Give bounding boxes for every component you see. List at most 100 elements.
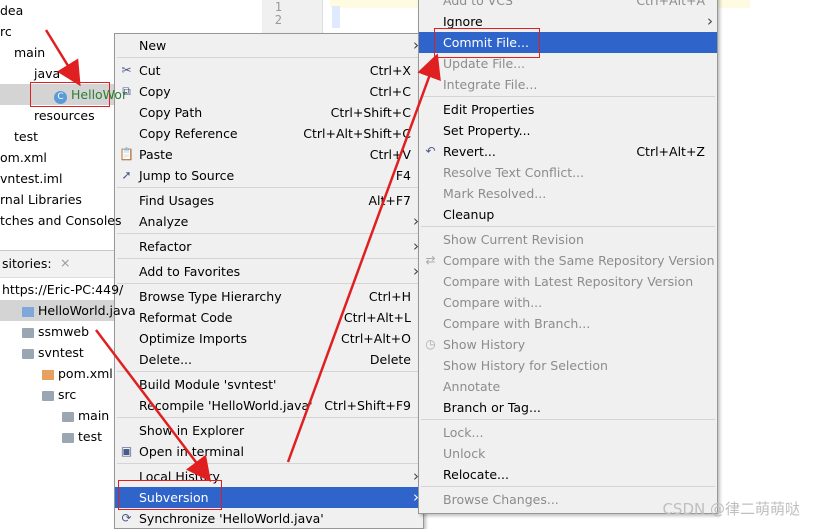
repo-item[interactable]: HelloWorld.java <box>22 300 136 321</box>
menu-item-optimize-imports[interactable]: Optimize Imports Ctrl+Alt+O <box>115 328 423 349</box>
repo-item[interactable]: src <box>42 384 76 405</box>
menu-item-show-current-revision[interactable]: Show Current Revision <box>419 229 717 250</box>
menu-item-find-usages[interactable]: Find Usages Alt+F7 <box>115 190 423 211</box>
menu-item-cleanup[interactable]: Cleanup <box>419 204 717 225</box>
menu-item-add-to-favorites[interactable]: Add to Favorites › <box>115 261 423 282</box>
menu-item-set-property[interactable]: Set Property... <box>419 120 717 141</box>
repo-item[interactable]: main <box>62 405 109 426</box>
menu-item-copy-path[interactable]: Copy Path Ctrl+Shift+C <box>115 102 423 123</box>
menu-item-shortcut: Ctrl+Alt+A <box>636 0 705 8</box>
tree-item-label: om.xml <box>0 150 47 165</box>
menu-item-lock[interactable]: Lock... <box>419 422 717 443</box>
menu-item-branch-or-tag[interactable]: Branch or Tag... <box>419 397 717 418</box>
tree-item[interactable]: om.xml <box>0 147 47 168</box>
repo-item[interactable]: ssmweb <box>22 321 89 342</box>
close-icon[interactable]: × <box>60 255 70 270</box>
menu-item-label: Compare with Branch... <box>443 316 591 331</box>
menu-item-analyze[interactable]: Analyze › <box>115 211 423 232</box>
menu-item-add-to-vcs[interactable]: Add to VCS Ctrl+Alt+A <box>419 0 717 11</box>
menu-item-paste[interactable]: 📋 Paste Ctrl+V <box>115 144 423 165</box>
menu-item-show-history-for-selection[interactable]: Show History for Selection <box>419 355 717 376</box>
menu-item-label: Recompile 'HelloWorld.java' <box>139 398 313 413</box>
menu-item-open-in-terminal[interactable]: ▣ Open in terminal <box>115 441 423 462</box>
menu-item-label: Browse Changes... <box>443 492 559 507</box>
menu-item-new[interactable]: New › <box>115 35 423 56</box>
menu-item-label: Set Property... <box>443 123 531 138</box>
compare-with-the-same-repository-version-icon: ⇄ <box>425 253 436 267</box>
jump-to-source-icon: ➚ <box>121 168 132 182</box>
menu-item-compare-with[interactable]: Compare with... <box>419 292 717 313</box>
tree-item[interactable]: resources <box>34 105 95 126</box>
menu-item-jump-to-source[interactable]: ➚ Jump to Source F4 <box>115 165 423 186</box>
menu-item-label: Synchronize 'HelloWorld.java' <box>139 511 324 526</box>
menu-separator <box>421 226 715 227</box>
menu-item-label: Branch or Tag... <box>443 400 541 415</box>
menu-item-reformat-code[interactable]: Reformat Code Ctrl+Alt+L <box>115 307 423 328</box>
tree-item[interactable]: main <box>14 42 45 63</box>
menu-item-integrate-file[interactable]: Integrate File... <box>419 74 717 95</box>
menu-item-annotate[interactable]: Annotate <box>419 376 717 397</box>
menu-separator <box>117 463 421 464</box>
menu-separator <box>117 371 421 372</box>
menu-item-compare-with-latest-repository-version[interactable]: Compare with Latest Repository Version <box>419 271 717 292</box>
revert-icon: ↶ <box>425 144 436 158</box>
menu-item-shortcut: Ctrl+V <box>369 147 411 162</box>
menu-item-shortcut: Ctrl+Alt+Z <box>636 144 705 159</box>
repo-item[interactable]: test <box>62 426 102 447</box>
menu-item-compare-with-the-same-repository-version[interactable]: ⇄ Compare with the Same Repository Versio… <box>419 250 717 271</box>
menu-item-label: Mark Resolved... <box>443 186 547 201</box>
menu-separator <box>421 96 715 97</box>
menu-item-synchronize-helloworld-java[interactable]: ⟳ Synchronize 'HelloWorld.java' <box>115 508 423 529</box>
tree-item[interactable]: C HelloWor <box>54 84 127 105</box>
repositories-title: sitories: <box>2 256 52 271</box>
menu-item-recompile-helloworld-java[interactable]: Recompile 'HelloWorld.java' Ctrl+Shift+F9 <box>115 395 423 416</box>
tree-item[interactable]: vntest.iml <box>0 168 62 189</box>
menu-item-delete[interactable]: Delete... Delete <box>115 349 423 370</box>
tree-item[interactable]: dea <box>0 0 23 21</box>
menu-item-unlock[interactable]: Unlock <box>419 443 717 464</box>
folder-icon <box>22 348 34 359</box>
menu-item-refactor[interactable]: Refactor › <box>115 236 423 257</box>
menu-item-resolve-text-conflict[interactable]: Resolve Text Conflict... <box>419 162 717 183</box>
repo-item[interactable]: svntest <box>22 342 84 363</box>
tree-item[interactable]: test <box>14 126 38 147</box>
repo-item[interactable]: pom.xml <box>42 363 113 384</box>
menu-item-edit-properties[interactable]: Edit Properties <box>419 99 717 120</box>
repo-item-label: HelloWorld.java <box>38 303 136 318</box>
editor-brace-highlight <box>332 6 340 28</box>
menu-item-cut[interactable]: ✂ Cut Ctrl+X <box>115 60 423 81</box>
menu-item-revert[interactable]: ↶ Revert... Ctrl+Alt+Z <box>419 141 717 162</box>
menu-item-label: Compare with Latest Repository Version <box>443 274 694 289</box>
menu-item-label: Cleanup <box>443 207 495 222</box>
tree-item[interactable]: rnal Libraries <box>0 189 82 210</box>
folder-icon <box>22 327 34 338</box>
line-number: 2 <box>274 13 282 27</box>
tree-item-label: HelloWor <box>71 87 128 102</box>
menu-separator <box>117 233 421 234</box>
tree-item-label: vntest.iml <box>0 171 63 186</box>
menu-item-browse-type-hierarchy[interactable]: Browse Type Hierarchy Ctrl+H <box>115 286 423 307</box>
menu-item-label: Compare with the Same Repository Version <box>443 253 715 268</box>
menu-item-show-in-explorer[interactable]: Show in Explorer <box>115 420 423 441</box>
menu-item-shortcut: Alt+F7 <box>368 193 411 208</box>
menu-item-shortcut: Ctrl+Alt+O <box>341 331 411 346</box>
menu-item-label: Show in Explorer <box>139 423 245 438</box>
tree-item[interactable]: java <box>34 63 60 84</box>
menu-item-label: Optimize Imports <box>139 331 248 346</box>
menu-item-mark-resolved[interactable]: Mark Resolved... <box>419 183 717 204</box>
menu-item-show-history[interactable]: ◷ Show History <box>419 334 717 355</box>
menu-item-compare-with-branch[interactable]: Compare with Branch... <box>419 313 717 334</box>
annotation-box-commit <box>434 28 540 58</box>
context-menu: New › ✂ Cut Ctrl+X ⧉ Copy Ctrl+C Copy Path Ctrl+S… <box>114 33 424 529</box>
tree-item[interactable]: tches and Consoles <box>0 210 122 231</box>
menu-item-copy-reference[interactable]: Copy Reference Ctrl+Alt+Shift+C <box>115 123 423 144</box>
menu-item-shortcut: Ctrl+Alt+Shift+C <box>303 126 411 141</box>
menu-item-copy[interactable]: ⧉ Copy Ctrl+C <box>115 81 423 102</box>
repo-item-label: test <box>78 429 103 444</box>
menu-item-relocate[interactable]: Relocate... <box>419 464 717 485</box>
menu-item-build-module-svntest[interactable]: Build Module 'svntest' <box>115 374 423 395</box>
repo-item[interactable]: https://Eric-PC:449/ <box>2 279 123 300</box>
synchronize-helloworld-java-icon: ⟳ <box>121 511 132 525</box>
tree-item-label: rnal Libraries <box>0 192 82 207</box>
tree-item[interactable]: rc <box>0 21 12 42</box>
